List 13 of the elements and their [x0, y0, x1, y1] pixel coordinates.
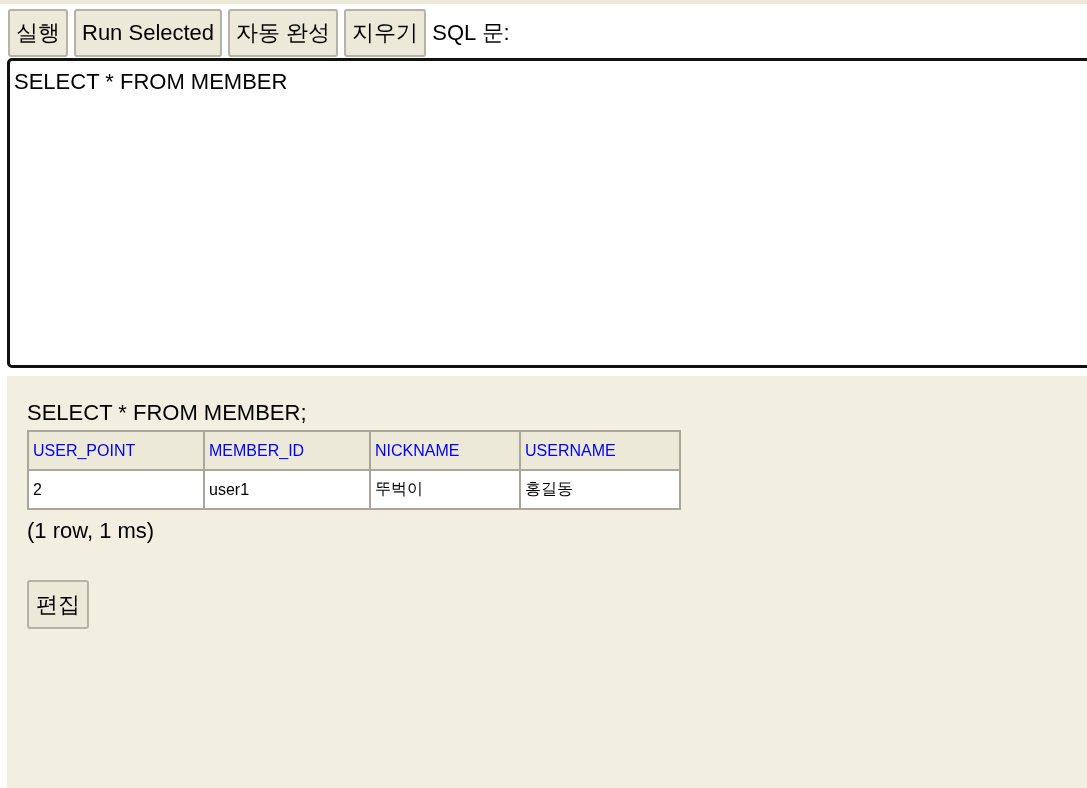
edit-button[interactable]: 편집 [27, 580, 89, 629]
table-cell: user1 [204, 470, 370, 509]
result-status: (1 row, 1 ms) [27, 518, 156, 544]
sql-statement: SELECT * FROM MEMBER; [27, 400, 308, 426]
toolbar-button[interactable]: 실행 [8, 9, 68, 57]
sql-label: SQL 문: [432, 19, 510, 47]
toolbar-button[interactable]: 지우기 [344, 9, 427, 57]
table-cell: 2 [28, 470, 204, 509]
table-cell: 뚜벅이 [370, 470, 520, 509]
sql-editor[interactable]: SELECT * FROM MEMBER [7, 58, 1087, 368]
table-cell: 홍길동 [520, 470, 680, 509]
toolbar-button[interactable]: 자동 완성 [228, 9, 339, 57]
toolbar-button[interactable]: Run Selected [74, 9, 223, 57]
